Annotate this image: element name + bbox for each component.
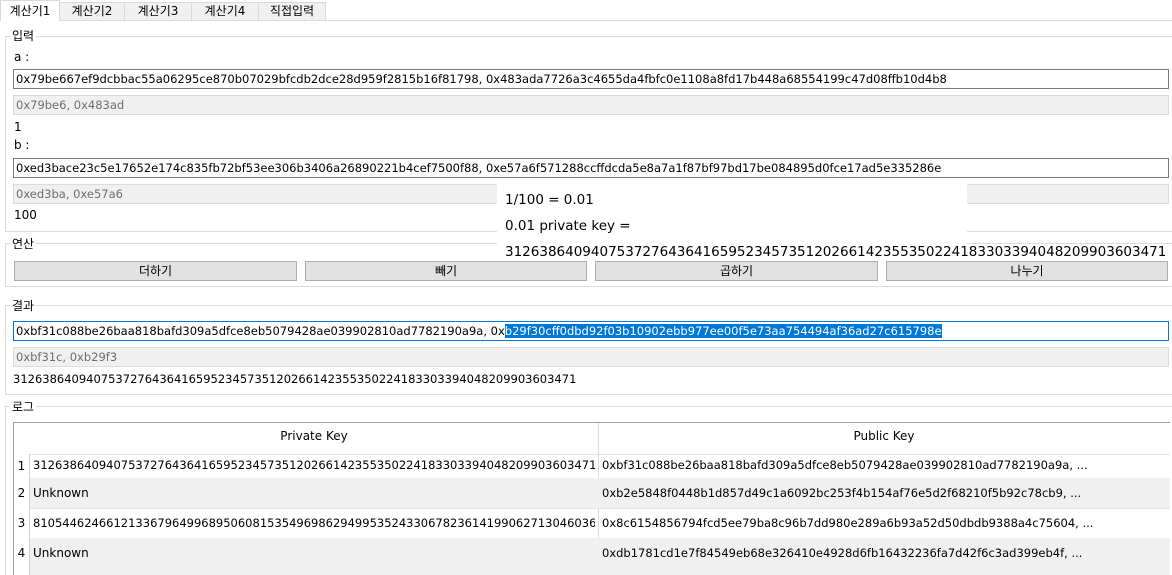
row-number: 4 [14, 538, 30, 575]
public-key-cell: 0xb2e5848f0448b1d857d49c1a6092bc253f4b15… [602, 486, 1082, 500]
table-row[interactable]: 1 31263864094075372764364165952345735120… [14, 454, 1170, 479]
tooltip-line-1: 1/100 = 0.01 [505, 192, 594, 208]
row-number: 2 [14, 478, 30, 508]
result-group-title: 결과 [10, 297, 37, 314]
tab-direct-input[interactable]: 직접입력 [258, 2, 326, 20]
table-row[interactable]: 2 Unknown 0xb2e5848f0448b1d857d49c1a6092… [14, 478, 1170, 509]
table-row[interactable]: 4 Unknown 0xdb1781cd1e7f84549eb68e326410… [14, 538, 1170, 575]
public-key-cell: 0x8c6154856794fcd5ee79ba8c96b7dd980e289a… [602, 516, 1094, 530]
row-number: 1 [14, 454, 30, 478]
tab-calculator-2[interactable]: 계산기2 [59, 2, 125, 20]
private-key-cell: 3126386409407537276436416595234573512026… [33, 458, 595, 472]
subtract-button[interactable]: 빼기 [305, 261, 587, 281]
b-scalar: 100 [14, 208, 37, 222]
divide-button[interactable]: 나누기 [886, 261, 1168, 281]
column-header-private-key[interactable]: Private Key [30, 429, 598, 443]
tab-calculator-1[interactable]: 계산기1 [0, 0, 60, 21]
a-input[interactable]: 0x79be667ef9dcbbac55a06295ce870b07029bfc… [13, 69, 1169, 89]
table-row[interactable]: 3 81054462466121336796499689506081535496… [14, 508, 1170, 539]
tooltip-line-3: 3126386409407537276436416595234573512026… [505, 244, 1167, 260]
a-scalar: 1 [14, 120, 22, 134]
result-tooltip: 1/100 = 0.01 0.01 private key = 31263864… [497, 184, 1166, 260]
private-key-cell: Unknown [33, 546, 89, 560]
input-group-title: 입력 [10, 27, 37, 44]
a-short-display: 0x79be6, 0x483ad [13, 95, 1169, 115]
tooltip-line-2: 0.01 private key = [505, 218, 631, 234]
public-key-cell: 0xdb1781cd1e7f84549eb68e326410e4928d6fb1… [602, 546, 1083, 560]
log-group-title: 로그 [10, 398, 37, 415]
result-short-display: 0xbf31c, 0xb29f3 [13, 347, 1169, 367]
result-value-text: 0xbf31c088be26baa818bafd309a5dfce8eb5079… [16, 324, 505, 338]
result-input[interactable]: 0xbf31c088be26baa818bafd309a5dfce8eb5079… [13, 321, 1169, 341]
multiply-button[interactable]: 곱하기 [595, 261, 878, 281]
log-table[interactable]: Private Key Public Key 1 312638640940753… [13, 422, 1170, 575]
private-key-cell: Unknown [33, 486, 89, 500]
private-key-cell: 8105446246612133679649968950608153549698… [33, 516, 595, 530]
tab-calculator-3[interactable]: 계산기3 [124, 2, 192, 20]
b-input[interactable]: 0xed3bace23c5e17652e174c835fb72bf53ee306… [13, 158, 1169, 178]
a-label: a : [14, 50, 30, 64]
public-key-cell: 0xbf31c088be26baa818bafd309a5dfce8eb5079… [602, 458, 1088, 472]
column-header-public-key[interactable]: Public Key [598, 429, 1170, 443]
result-scalar: 3126386409407537276436416595234573512026… [13, 372, 577, 386]
add-button[interactable]: 더하기 [14, 261, 297, 281]
row-number: 3 [14, 508, 30, 538]
tab-bar: 계산기1 계산기2 계산기3 계산기4 직접입력 [0, 0, 1172, 21]
operation-group-title: 연산 [10, 235, 37, 252]
table-header: Private Key Public Key [14, 423, 1170, 455]
b-label: b : [14, 138, 30, 152]
tab-calculator-4[interactable]: 계산기4 [191, 2, 259, 20]
result-value-selection: b29f30cff0dbd92f03b10902ebb977ee00f5e73a… [504, 324, 942, 338]
